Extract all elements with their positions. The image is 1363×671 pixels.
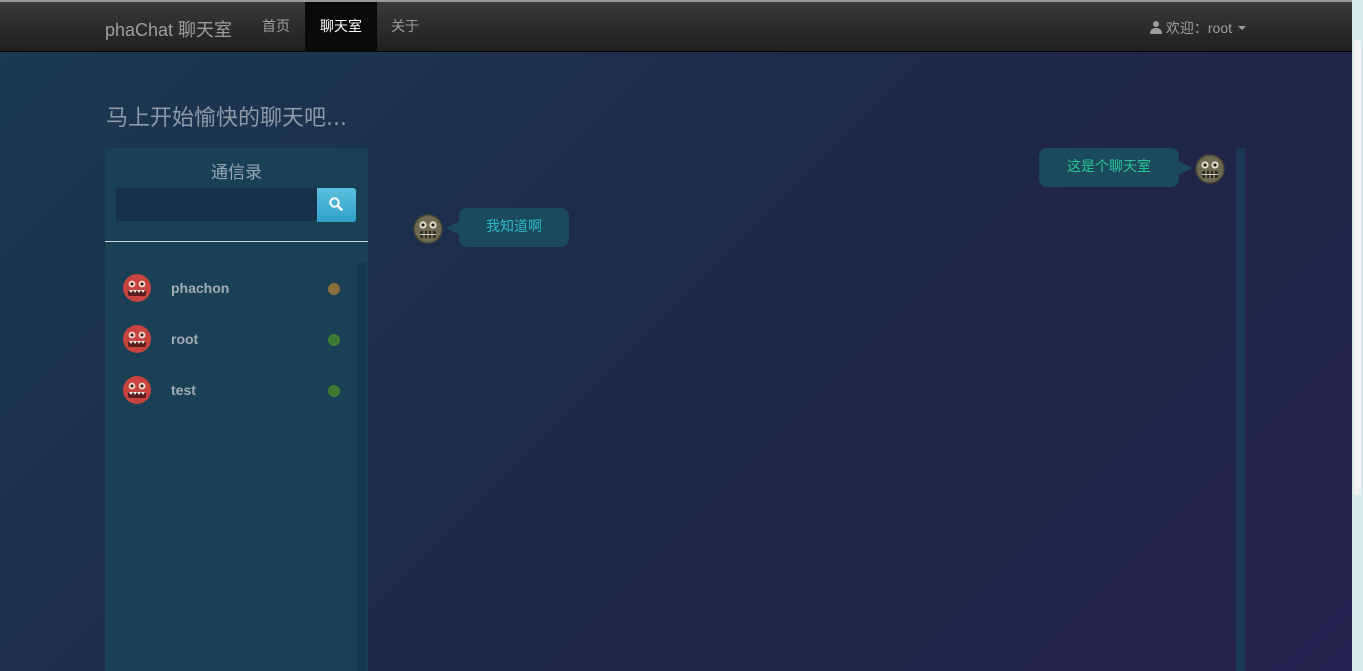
top-navbar: phaChat 聊天室 首页 聊天室 关于 欢迎：root (0, 0, 1352, 52)
page-scrollbar-thumb[interactable] (1354, 40, 1361, 495)
search-button[interactable] (317, 188, 356, 222)
brand-logo[interactable]: phaChat 聊天室 (105, 16, 232, 42)
monster-avatar-icon (123, 376, 151, 404)
contacts-title: 通信录 (211, 163, 262, 183)
bubble-tail (1178, 161, 1192, 175)
user-icon (1149, 21, 1162, 35)
contact-item-root[interactable]: root (105, 319, 355, 359)
chat-message-bubble-other: 我知道啊 (459, 208, 569, 247)
monster-avatar-icon (123, 274, 151, 302)
status-indicator (328, 385, 340, 397)
page-scrollbar[interactable] (1352, 0, 1363, 671)
status-indicator (328, 334, 340, 346)
robot-avatar-icon (413, 214, 443, 244)
contact-item-test[interactable]: test (105, 370, 355, 410)
contact-name: test (171, 382, 196, 398)
status-indicator (328, 283, 340, 295)
robot-avatar-icon (1195, 154, 1225, 184)
chat-message-bubble-own: 这是个聊天室 (1039, 148, 1179, 187)
nav-item-about[interactable]: 关于 (377, 2, 433, 52)
contact-item-phachon[interactable]: phachon (105, 268, 355, 308)
user-greeting: 欢迎：root (1165, 20, 1232, 36)
page-heading: 马上开始愉快的聊天吧... (106, 106, 347, 131)
contact-search-input[interactable] (116, 188, 317, 221)
chat-scrollbar[interactable] (1236, 148, 1245, 671)
user-menu-dropdown[interactable]: 欢迎：root (1149, 18, 1246, 38)
nav-item-chatroom[interactable]: 聊天室 (305, 2, 377, 52)
contacts-divider (105, 241, 368, 242)
nav-item-home[interactable]: 首页 (248, 2, 304, 52)
monster-avatar-icon (123, 325, 151, 353)
contact-name: phachon (171, 280, 230, 296)
caret-down-icon (1238, 26, 1246, 30)
contacts-scrollbar[interactable] (357, 263, 367, 671)
search-icon (329, 197, 343, 211)
contact-name: root (171, 331, 199, 347)
contacts-panel: 通信录 phachon root test (105, 148, 368, 671)
bubble-tail (446, 221, 460, 235)
